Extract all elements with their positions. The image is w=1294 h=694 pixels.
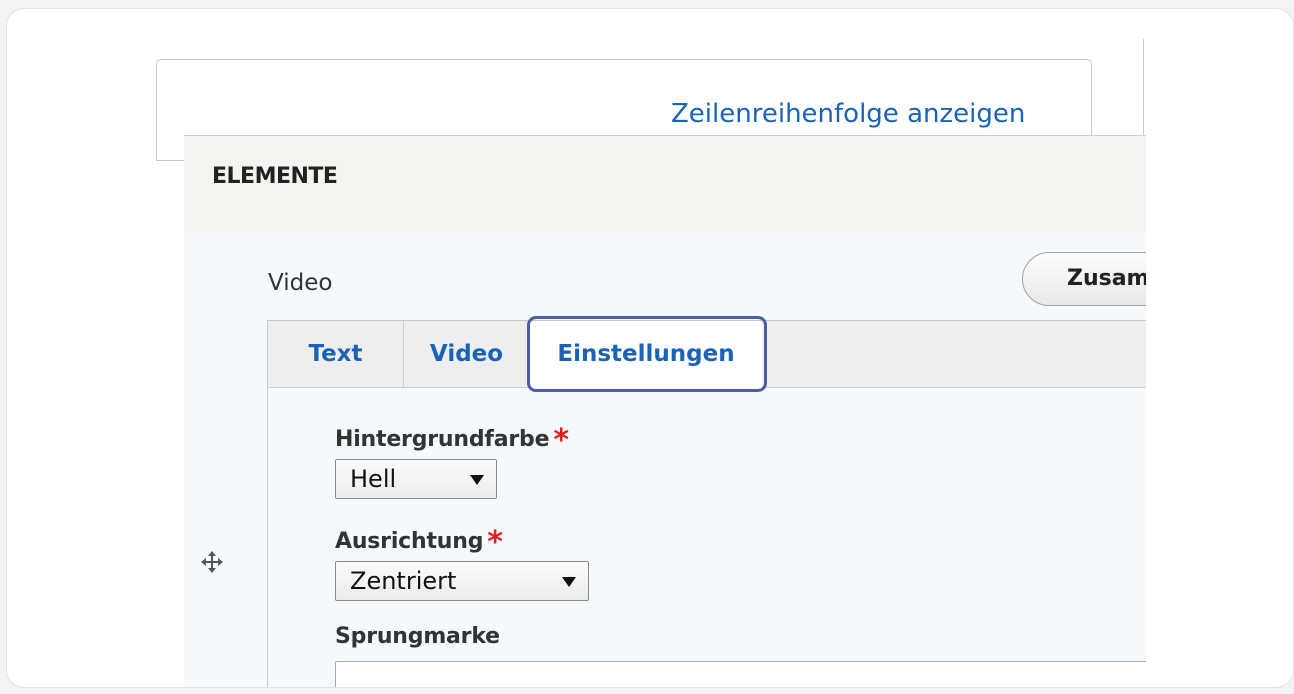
row-order-link[interactable]: Zeilenreihenfolge anzeigen (671, 99, 1025, 129)
anchor-label: Sprungmarke (335, 624, 500, 649)
alignment-label: Ausrichtung * (335, 521, 503, 560)
background-color-select[interactable]: Hell (335, 459, 497, 499)
collapse-button[interactable]: Zusam (1022, 252, 1146, 306)
move-arrows-icon[interactable] (200, 550, 224, 574)
required-marker: * (487, 525, 503, 560)
table-header: ELEMENTE (184, 135, 1146, 233)
page-viewport: Zeilenreihenfolge anzeigen ELEMENTE Vide… (156, 9, 1146, 687)
tab-video[interactable]: Video (404, 321, 530, 387)
anchor-input[interactable] (335, 661, 1146, 687)
alignment-select[interactable]: Zentriert (335, 561, 589, 601)
section-title: ELEMENTE (212, 164, 338, 189)
paragraph-subform: Text Video Einstellungen Hintergrundfarb… (267, 320, 1146, 687)
tab-text[interactable]: Text (268, 321, 404, 387)
alignment-label-text: Ausrichtung (335, 529, 484, 554)
tab-settings[interactable]: Einstellungen (530, 321, 762, 388)
tab-bar: Text Video Einstellungen (268, 321, 1146, 388)
caret-down-icon (470, 475, 484, 485)
paragraph-item-row: Video Zusam Text Video Einstellungen Hin… (184, 232, 1146, 687)
alignment-value: Zentriert (350, 567, 457, 595)
background-color-value: Hell (350, 465, 397, 493)
background-color-label-text: Hintergrundfarbe (335, 427, 550, 452)
required-marker: * (553, 423, 569, 458)
screenshot-frame: Zeilenreihenfolge anzeigen ELEMENTE Vide… (6, 8, 1294, 688)
paragraph-type-label: Video (268, 270, 333, 296)
background-color-label: Hintergrundfarbe * (335, 419, 569, 458)
divider-line (1143, 39, 1144, 139)
caret-down-icon (562, 577, 576, 587)
